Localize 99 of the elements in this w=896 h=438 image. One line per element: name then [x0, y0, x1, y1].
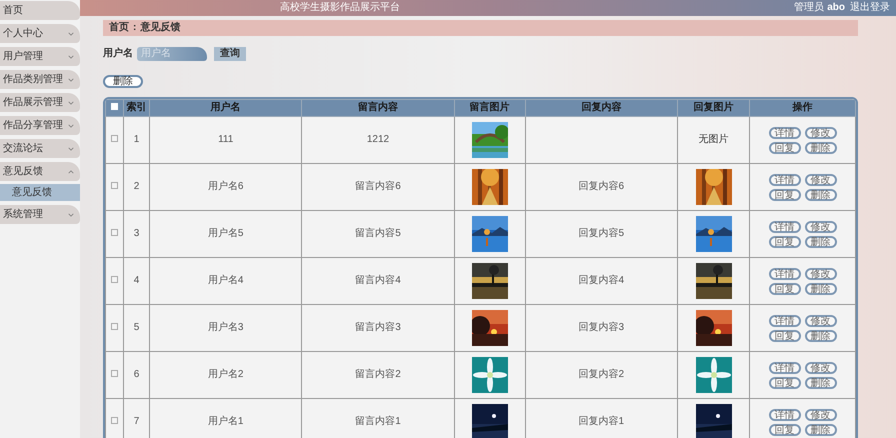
table-cell: 无图片: [698, 134, 728, 145]
table-cell: 6: [134, 369, 140, 380]
checkbox[interactable]: [111, 417, 118, 424]
table-cell: 用户名2: [208, 369, 244, 380]
chevron-down-icon: [68, 146, 74, 150]
menu-item[interactable]: 个人中心: [0, 24, 80, 43]
chevron-up-icon: [68, 170, 74, 174]
table-cell: 回复内容3: [578, 322, 624, 333]
action-button[interactable]: 修改: [804, 174, 836, 186]
column-header: 回复内容: [581, 102, 622, 113]
breadcrumb-separator: :: [133, 23, 136, 33]
table-cell: 用户名1: [208, 416, 244, 427]
action-button[interactable]: 详情: [768, 126, 800, 138]
menu-item[interactable]: 首页: [0, 1, 80, 20]
action-button[interactable]: 删除: [804, 330, 836, 342]
table-cell: 用户名4: [208, 275, 244, 286]
action-button[interactable]: 详情: [768, 220, 800, 232]
action-button[interactable]: 回复: [768, 376, 800, 388]
action-button[interactable]: 修改: [804, 126, 836, 138]
action-button[interactable]: 详情: [768, 314, 800, 326]
table-cell: 回复内容4: [578, 275, 624, 286]
action-button[interactable]: 删除: [804, 376, 836, 388]
table-cell: 留言内容2: [355, 369, 401, 380]
chevron-down-icon: [68, 78, 74, 82]
delete-button[interactable]: 删除: [103, 75, 143, 88]
table-cell: 2: [134, 181, 140, 192]
table-cell: 1212: [366, 134, 390, 145]
chevron-down-icon: [68, 100, 74, 104]
chevron-down-icon: [68, 32, 74, 36]
table-cell: 回复内容1: [578, 416, 624, 427]
search-field[interactable]: 用户名: [137, 46, 207, 60]
action-button[interactable]: 详情: [768, 268, 800, 280]
action-button[interactable]: 删除: [804, 188, 836, 200]
table-cell: 留言内容3: [355, 322, 401, 333]
action-button[interactable]: 修改: [804, 408, 836, 420]
action-button[interactable]: 删除: [804, 282, 836, 294]
chevron-down-icon: [68, 124, 74, 128]
action-button[interactable]: 修改: [804, 268, 836, 280]
breadcrumb-link[interactable]: 意见反馈: [140, 23, 180, 33]
table-cell: 回复内容6: [578, 181, 624, 192]
checkbox[interactable]: [111, 323, 118, 330]
checkbox[interactable]: [111, 135, 118, 142]
action-button[interactable]: 删除: [804, 424, 836, 436]
logout-link[interactable]: 退出登录: [850, 3, 890, 13]
column-header: 留言内容: [358, 102, 398, 113]
action-button[interactable]: 回复: [768, 236, 800, 248]
menu-item[interactable]: 系统管理: [0, 205, 80, 224]
table-cell: 用户名6: [208, 181, 244, 192]
table-cell: 4: [134, 275, 140, 286]
chevron-down-icon: [68, 212, 74, 216]
action-button[interactable]: 回复: [768, 142, 800, 154]
menu-item[interactable]: 交流论坛: [0, 139, 80, 158]
action-button[interactable]: 详情: [768, 174, 800, 186]
submenu-item[interactable]: 意见反馈: [0, 184, 80, 201]
app-title: 高校学生摄影作品展示平台: [280, 3, 400, 13]
action-button[interactable]: 回复: [768, 188, 800, 200]
action-button[interactable]: 删除: [804, 236, 836, 248]
table-cell: 留言内容1: [355, 416, 401, 427]
breadcrumb-link[interactable]: 首页: [109, 23, 129, 33]
search-label: 用户名: [103, 46, 133, 61]
table-cell: 7: [134, 416, 140, 427]
action-button[interactable]: 详情: [768, 362, 800, 374]
action-button[interactable]: 修改: [804, 362, 836, 374]
menu-item[interactable]: 作品分享管理: [0, 116, 80, 135]
action-button[interactable]: 回复: [768, 282, 800, 294]
menu-item[interactable]: 作品展示管理: [0, 93, 80, 112]
checkbox[interactable]: [111, 370, 118, 377]
table-cell: 用户名3: [208, 322, 244, 333]
column-header: 操作: [792, 102, 812, 113]
menu-item[interactable]: 用户管理: [0, 47, 80, 66]
action-button[interactable]: 修改: [804, 220, 836, 232]
menu-item[interactable]: 作品类别管理: [0, 70, 80, 89]
table-cell: 用户名5: [208, 228, 244, 239]
checkbox[interactable]: [111, 229, 118, 236]
table-cell: 回复内容2: [578, 369, 624, 380]
table-cell: 留言内容5: [355, 228, 401, 239]
action-button[interactable]: 回复: [768, 424, 800, 436]
search-button[interactable]: 查询: [214, 46, 246, 60]
table-cell: 留言内容6: [355, 181, 401, 192]
user-role: 管理员: [794, 3, 824, 13]
table-cell: 3: [134, 228, 140, 239]
checkbox[interactable]: [111, 276, 118, 283]
menu-item[interactable]: 意见反馈: [0, 162, 80, 181]
table-cell: 111: [218, 134, 234, 145]
table-cell: 留言内容4: [355, 275, 401, 286]
user-name: abo: [827, 3, 845, 13]
action-button[interactable]: 删除: [804, 142, 836, 154]
chevron-down-icon: [68, 54, 74, 58]
column-header: 留言图片: [470, 102, 510, 113]
column-header: 回复图片: [694, 102, 734, 113]
action-button[interactable]: 详情: [768, 408, 800, 420]
action-button[interactable]: 回复: [768, 330, 800, 342]
column-header: 用户名: [210, 102, 241, 113]
table-cell: 5: [134, 322, 140, 333]
column-header: 索引: [126, 102, 146, 113]
table-cell: 回复内容5: [578, 228, 624, 239]
checkbox[interactable]: [111, 182, 118, 189]
action-button[interactable]: 修改: [804, 314, 836, 326]
table-cell: 1: [134, 134, 140, 145]
